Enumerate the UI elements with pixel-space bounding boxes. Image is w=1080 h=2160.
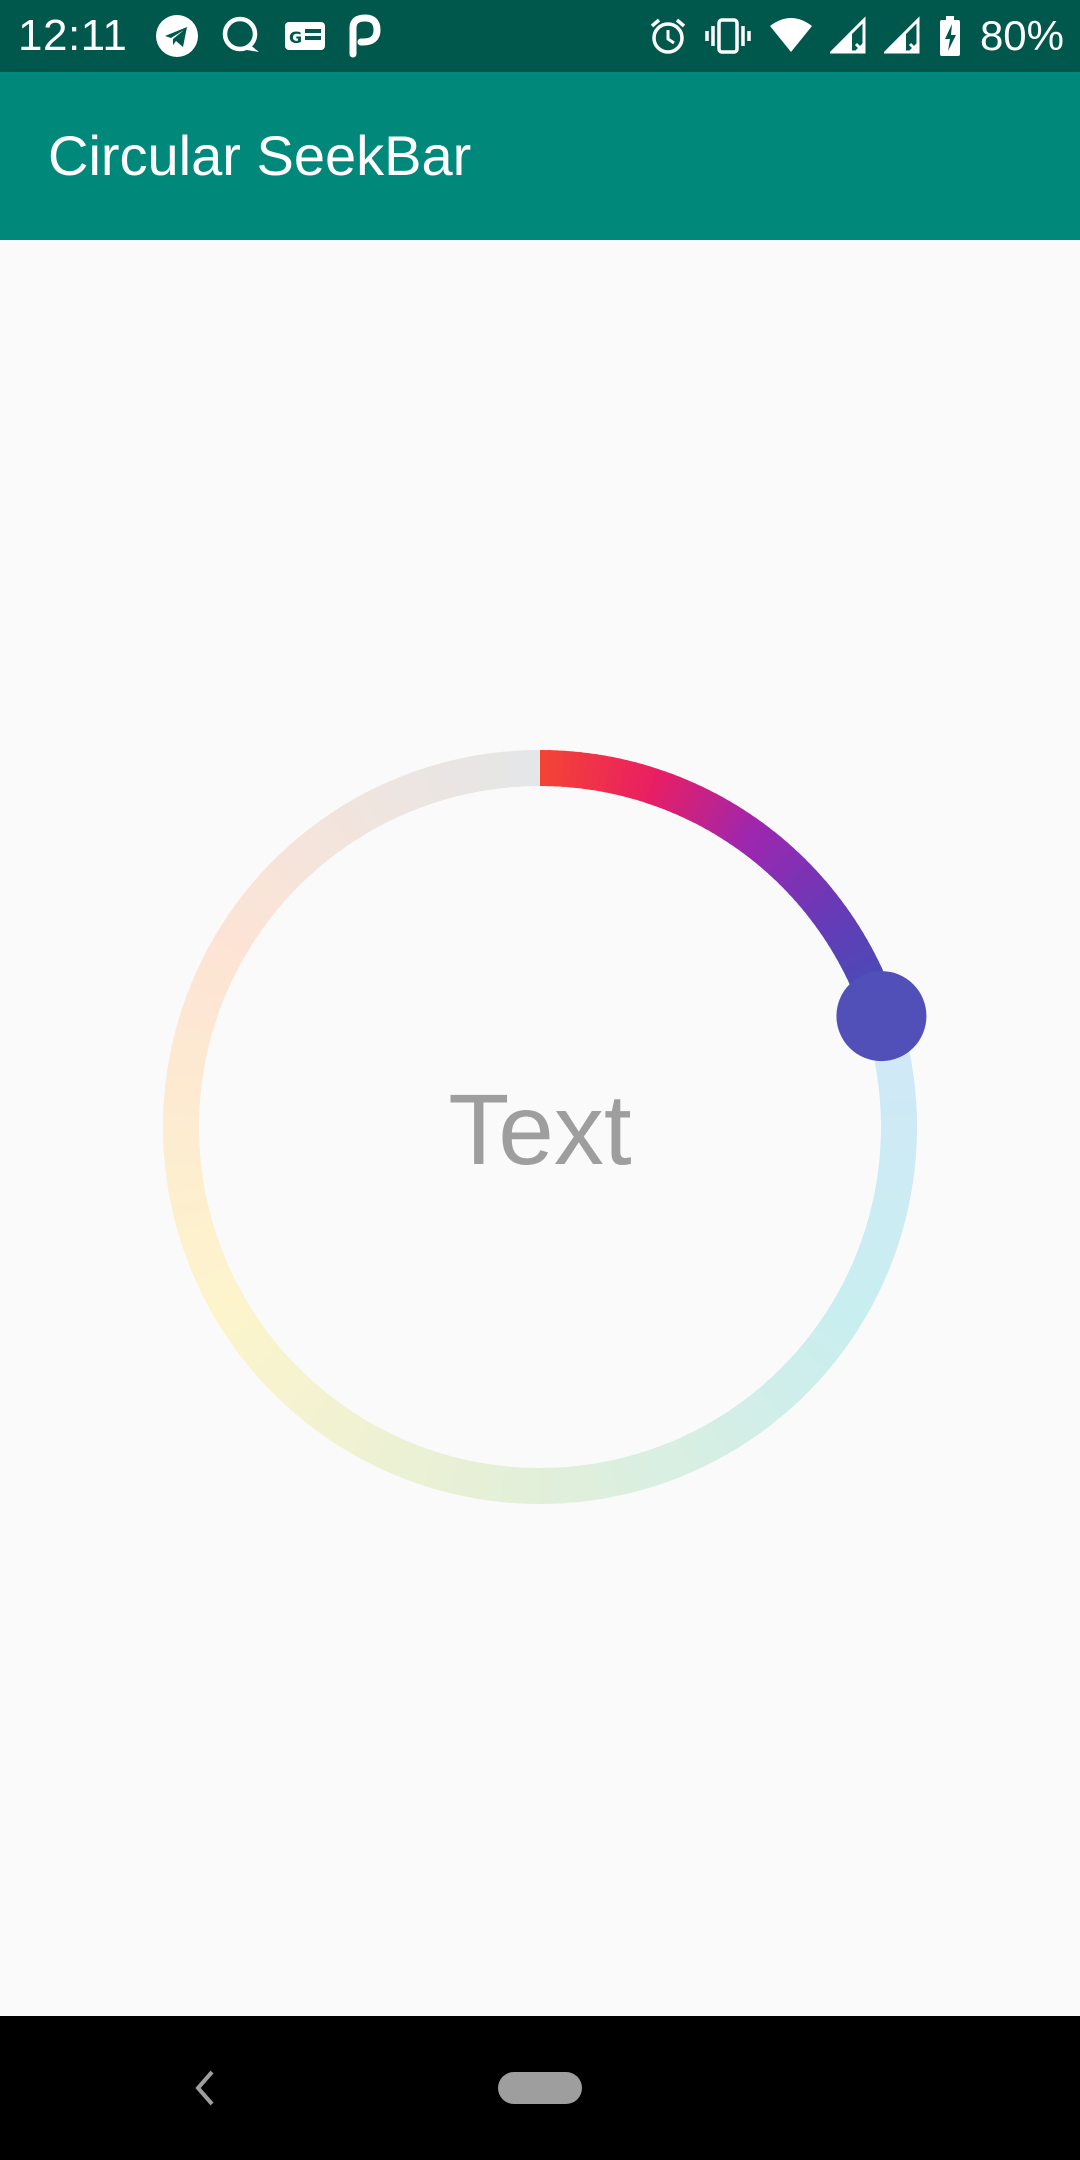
seekbar-thumb[interactable]: [836, 971, 927, 1062]
navigation-bar: [0, 2016, 1080, 2160]
back-icon[interactable]: [186, 2060, 226, 2116]
home-pill-icon[interactable]: [498, 2072, 582, 2104]
seekbar-progress: [539, 749, 899, 1022]
seekbar-center-text: Text: [448, 1074, 632, 1186]
